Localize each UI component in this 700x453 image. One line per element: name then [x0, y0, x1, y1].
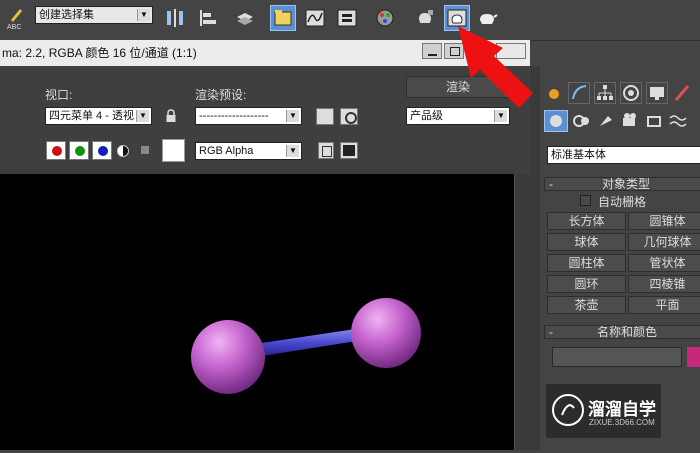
selection-set-value: 创建选择集: [39, 9, 94, 21]
lock-icon[interactable]: [165, 109, 177, 123]
monochrome-icon[interactable]: [141, 146, 149, 154]
bond-cylinder: [255, 328, 363, 357]
tube-button[interactable]: 管状体: [628, 254, 700, 272]
lights-icon[interactable]: [596, 112, 616, 130]
layer-manager-icon[interactable]: [232, 5, 258, 31]
chevron-down-icon: ▼: [136, 110, 149, 122]
maximize-icon[interactable]: [444, 43, 464, 59]
object-type-header: 对象类型: [602, 177, 651, 191]
render-window-titlebar[interactable]: ma: 2.2, RGBA 颜色 16 位/通道 (1:1): [0, 40, 530, 66]
box-button[interactable]: 长方体: [547, 212, 626, 230]
render-button-label: 渲染: [445, 80, 470, 94]
mirror-icon[interactable]: [162, 5, 188, 31]
atom-sphere-left: [191, 320, 265, 394]
rendered-frame-window-icon[interactable]: [444, 5, 470, 31]
hierarchy-tab-icon[interactable]: [594, 82, 616, 104]
modify-tab-icon[interactable]: [568, 82, 590, 104]
alpha-channel-icon[interactable]: [117, 145, 129, 157]
preset-dropdown[interactable]: ------------------- ▼: [195, 107, 302, 125]
create-subtab-row: [544, 110, 696, 132]
torus-button[interactable]: 圆环: [547, 275, 626, 293]
panel-splitter[interactable]: [530, 66, 540, 450]
display-tab-icon[interactable]: [646, 82, 668, 104]
cameras-icon[interactable]: [620, 112, 640, 130]
create-tab-icon[interactable]: [544, 84, 564, 104]
pyramid-button[interactable]: 四棱锥: [628, 275, 700, 293]
curve-editor-icon[interactable]: [302, 5, 328, 31]
utilities-tab-icon[interactable]: [672, 82, 696, 104]
schematic-view-icon[interactable]: [334, 5, 360, 31]
selection-set-dropdown[interactable]: 创建选择集 ▼: [35, 6, 153, 24]
object-name-input[interactable]: [552, 347, 682, 367]
chevron-down-icon: ▼: [494, 110, 507, 122]
watermark-title: 溜溜自学: [588, 400, 656, 419]
shapes-icon[interactable]: [572, 112, 592, 130]
viewport-dropdown[interactable]: 四元菜单 4 - 透视 ▼: [45, 107, 152, 125]
teapot-button[interactable]: 茶壶: [547, 296, 626, 314]
color-swatch[interactable]: [162, 139, 185, 162]
quality-value: 产品级: [410, 110, 443, 122]
object-type-rollout-header[interactable]: - 对象类型: [544, 177, 700, 191]
category-value: 标准基本体: [551, 149, 606, 161]
environment-icon[interactable]: [316, 108, 334, 125]
cone-button[interactable]: 圆锥体: [628, 212, 700, 230]
autogrid-label: 自动栅格: [598, 195, 647, 209]
panel-tab-row: [544, 82, 696, 106]
viewport-value: 四元菜单 4 - 透视: [49, 110, 134, 122]
viewport-label: 视口:: [45, 88, 73, 102]
object-color-swatch[interactable]: [687, 347, 700, 367]
category-dropdown[interactable]: 标准基本体: [547, 146, 700, 164]
geosphere-button[interactable]: 几何球体: [628, 233, 700, 251]
channel-dropdown[interactable]: RGB Alpha ▼: [195, 142, 302, 160]
render-window-scrollbar[interactable]: [514, 174, 531, 450]
blue-channel-toggle[interactable]: [92, 141, 112, 160]
sphere-button[interactable]: 球体: [547, 233, 626, 251]
motion-tab-icon[interactable]: [620, 82, 642, 104]
name-color-rollout-header[interactable]: - 名称和颜色: [544, 325, 700, 339]
space-warps-icon[interactable]: [668, 112, 688, 130]
toggle-ui-overlays-icon[interactable]: [318, 142, 334, 159]
channel-value: RGB Alpha: [199, 145, 254, 157]
preset-label: 渲染预设:: [195, 88, 247, 102]
atom-sphere-right: [351, 298, 421, 368]
plane-button[interactable]: 平面: [628, 296, 700, 314]
toggle-ui-icon[interactable]: [340, 142, 358, 159]
svg-text:ABC: ABC: [7, 24, 21, 30]
render-setup-icon[interactable]: [412, 5, 438, 31]
minimize-icon[interactable]: [422, 43, 442, 59]
render-button[interactable]: 渲染: [406, 76, 510, 98]
green-channel-toggle[interactable]: [69, 141, 89, 160]
render-production-icon[interactable]: [474, 5, 500, 31]
close-icon[interactable]: [496, 43, 526, 59]
watermark: 溜溜自学 ZIXUE.3D66.COM: [546, 384, 661, 438]
geometry-icon[interactable]: [544, 110, 568, 132]
autogrid-checkbox[interactable]: [580, 195, 591, 206]
render-viewport: [0, 174, 514, 450]
red-channel-toggle[interactable]: [46, 141, 66, 160]
cylinder-button[interactable]: 圆柱体: [547, 254, 626, 272]
material-editor-icon[interactable]: [372, 5, 398, 31]
chevron-down-icon: ▼: [137, 9, 150, 21]
helpers-icon[interactable]: [644, 112, 664, 130]
chevron-down-icon: ▼: [286, 145, 299, 157]
render-settings-icon[interactable]: [340, 108, 358, 125]
scene-explorer-icon[interactable]: [270, 5, 296, 31]
watermark-logo-icon: [552, 394, 584, 426]
watermark-url: ZIXUE.3D66.COM: [589, 418, 655, 427]
render-window-title: ma: 2.2, RGBA 颜色 16 位/通道 (1:1): [2, 46, 197, 60]
main-toolbar: ABC 创建选择集 ▼: [0, 0, 700, 41]
align-icon[interactable]: [195, 5, 221, 31]
preset-value: -------------------: [199, 110, 269, 122]
name-color-header: 名称和颜色: [597, 325, 658, 339]
abc-spell-icon[interactable]: ABC: [3, 5, 29, 31]
rendered-molecule: [191, 298, 421, 394]
chevron-down-icon: ▼: [286, 110, 299, 122]
quality-dropdown[interactable]: 产品级 ▼: [406, 107, 510, 125]
